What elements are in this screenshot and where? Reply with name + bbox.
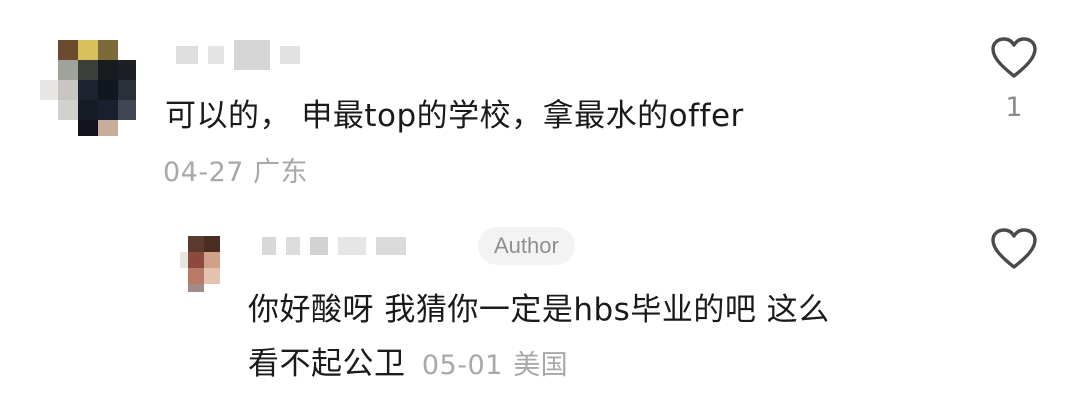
reply-location: 美国	[513, 350, 569, 381]
comment-meta: 04-27 广东	[163, 150, 308, 189]
like-count: 1	[1005, 92, 1023, 123]
reply-avatar[interactable]	[180, 232, 230, 294]
reply-username-redacted[interactable]	[262, 237, 416, 255]
comment-location: 广东	[253, 157, 309, 188]
comment-text: 可以的， 申最top的学校，拿最水的offer	[165, 98, 744, 134]
reply-text-line1: 你好酸呀 我猜你一定是hbs毕业的吧 这么	[248, 292, 830, 328]
comment-date: 04-27	[163, 157, 244, 188]
reply-text-line2-content: 看不起公卫	[248, 346, 406, 382]
reply-heart-outline-icon[interactable]	[990, 227, 1038, 271]
avatar[interactable]	[40, 38, 140, 138]
reply-text-line2: 看不起公卫 05-01 美国	[248, 338, 568, 383]
author-badge: Author	[478, 227, 575, 265]
heart-outline-icon[interactable]	[990, 36, 1038, 80]
reply-date: 05-01	[421, 350, 503, 381]
username-redacted[interactable]	[176, 40, 310, 70]
